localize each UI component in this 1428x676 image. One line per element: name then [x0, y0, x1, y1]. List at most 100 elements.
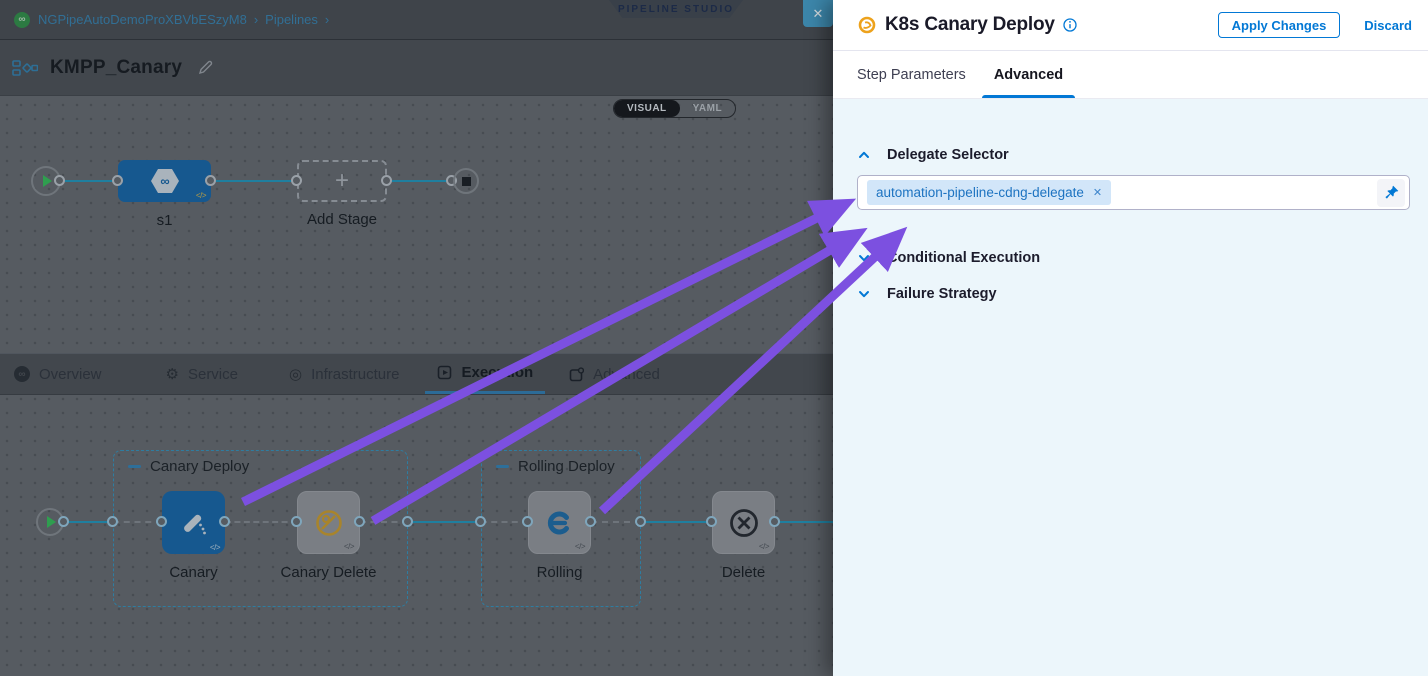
delete-step-icon — [727, 506, 761, 540]
section-label: Delegate Selector — [887, 147, 1009, 163]
connector-line — [408, 521, 481, 523]
stage-template-badge: </> — [196, 191, 206, 200]
section-conditional-execution[interactable]: Conditional Execution — [857, 250, 1410, 266]
pipeline-title-bar: KMPP_Canary VISUAL YAML — [0, 40, 833, 96]
connector-line — [775, 521, 833, 523]
discard-button[interactable]: Discard — [1364, 18, 1412, 33]
canary-delete-icon — [313, 507, 345, 539]
tab-overview[interactable]: ∞ Overview — [14, 354, 102, 394]
connector-port[interactable] — [58, 516, 69, 527]
breadcrumb-separator-icon: › — [254, 12, 258, 27]
tab-label: Service — [188, 366, 238, 383]
step-group-label: Rolling Deploy — [518, 458, 615, 475]
tab-label: Infrastructure — [311, 366, 399, 383]
connector-line — [59, 180, 118, 182]
tab-label: Advanced — [593, 366, 660, 383]
connector-line — [64, 521, 113, 523]
k8s-canary-step-icon — [858, 16, 876, 34]
pipeline-title: KMPP_Canary — [50, 57, 182, 79]
chevron-down-icon — [857, 251, 871, 265]
pipeline-icon — [12, 59, 38, 77]
section-failure-strategy[interactable]: Failure Strategy — [857, 286, 1410, 302]
connector-port[interactable] — [291, 175, 302, 186]
connector-port[interactable] — [205, 175, 216, 186]
chevron-up-icon — [857, 148, 871, 162]
pin-icon — [1384, 185, 1399, 200]
step-template-badge: </> — [210, 543, 220, 552]
connector-port[interactable] — [112, 175, 123, 186]
connector-port[interactable] — [475, 516, 486, 527]
edit-pipeline-icon[interactable] — [198, 60, 213, 75]
add-stage-button[interactable]: + — [297, 160, 387, 202]
rolling-deployment-icon — [544, 507, 576, 539]
add-stage-label: Add Stage — [287, 211, 397, 228]
yaml-toggle-button[interactable]: YAML — [680, 100, 735, 117]
connector-port[interactable] — [402, 516, 413, 527]
breadcrumb-separator-icon: › — [325, 12, 329, 27]
remove-tag-icon[interactable]: ✕ — [1093, 186, 1102, 199]
connector-line — [387, 180, 453, 182]
connector-port[interactable] — [769, 516, 780, 527]
connector-port[interactable] — [291, 516, 302, 527]
step-node-rolling[interactable]: </> — [528, 491, 591, 554]
overview-icon: ∞ — [14, 366, 30, 382]
tab-label: Execution — [461, 364, 533, 381]
section-delegate-selector[interactable]: Delegate Selector — [857, 147, 1410, 163]
chevron-down-icon — [857, 287, 871, 301]
step-config-drawer: K8s Canary Deploy Apply Changes Discard … — [833, 0, 1428, 676]
delegate-tag: automation-pipeline-cdng-delegate ✕ — [867, 180, 1111, 205]
drawer-header: K8s Canary Deploy Apply Changes Discard — [833, 0, 1428, 51]
gear-icon: ⚙ — [166, 365, 179, 383]
step-label: Rolling — [528, 564, 591, 581]
tab-execution[interactable]: Execution — [425, 354, 545, 394]
canary-deployment-icon — [176, 505, 212, 541]
advanced-icon — [569, 367, 584, 382]
connector-port[interactable] — [522, 516, 533, 527]
tab-service[interactable]: ⚙ Service — [166, 354, 238, 394]
play-icon — [43, 175, 52, 187]
step-label: Canary Delete — [270, 564, 387, 581]
connector-port[interactable] — [107, 516, 118, 527]
step-node-canary[interactable]: </> — [162, 491, 225, 554]
connector-port[interactable] — [585, 516, 596, 527]
step-label: Canary — [162, 564, 225, 581]
visual-toggle-button[interactable]: VISUAL — [614, 100, 680, 117]
pin-input-button[interactable] — [1377, 179, 1405, 207]
step-group-canary-deploy[interactable]: Canary Deploy — [113, 450, 408, 607]
collapse-group-icon[interactable] — [496, 465, 509, 468]
connector-line — [641, 521, 712, 523]
step-label: Delete — [712, 564, 775, 581]
step-node-delete[interactable]: </> — [712, 491, 775, 554]
info-icon[interactable] — [1063, 18, 1077, 32]
delegate-selector-input[interactable]: automation-pipeline-cdng-delegate ✕ — [857, 175, 1410, 210]
breadcrumb-project-link[interactable]: NGPipeAutoDemoProXBVbESzyM8 — [38, 12, 247, 27]
connector-port[interactable] — [156, 516, 167, 527]
stage-tab-bar: ∞ Overview ⚙ Service ◎ Infrastructure Ex… — [0, 353, 833, 395]
connector-line — [211, 180, 297, 182]
stage-node-s1[interactable]: ∞ </> — [118, 160, 211, 202]
apply-changes-button[interactable]: Apply Changes — [1218, 12, 1341, 38]
close-drawer-button[interactable]: ✕ — [803, 0, 833, 27]
step-group-label: Canary Deploy — [150, 458, 249, 475]
breadcrumb-pipelines-link[interactable]: Pipelines — [265, 12, 318, 27]
play-icon — [47, 516, 56, 528]
connector-port[interactable] — [354, 516, 365, 527]
execution-icon — [437, 365, 452, 380]
step-node-canary-delete[interactable]: </> — [297, 491, 360, 554]
connector-port[interactable] — [635, 516, 646, 527]
drawer-title: K8s Canary Deploy — [885, 14, 1055, 36]
tab-infrastructure[interactable]: ◎ Infrastructure — [289, 354, 399, 394]
tab-advanced-drawer[interactable]: Advanced — [982, 51, 1075, 98]
plus-icon: + — [335, 167, 349, 195]
connector-port[interactable] — [219, 516, 230, 527]
connector-port[interactable] — [54, 175, 65, 186]
pipeline-studio-screen: ∞ NGPipeAutoDemoProXBVbESzyM8 › Pipeline… — [0, 0, 1428, 676]
drawer-tab-bar: Step Parameters Advanced — [833, 51, 1428, 99]
tab-step-parameters[interactable]: Step Parameters — [857, 51, 966, 98]
visual-yaml-toggle: VISUAL YAML — [613, 99, 736, 118]
collapse-group-icon[interactable] — [128, 465, 141, 468]
cd-stage-icon: ∞ — [149, 167, 181, 195]
connector-port[interactable] — [381, 175, 392, 186]
tab-advanced[interactable]: Advanced — [569, 354, 660, 394]
connector-port[interactable] — [706, 516, 717, 527]
